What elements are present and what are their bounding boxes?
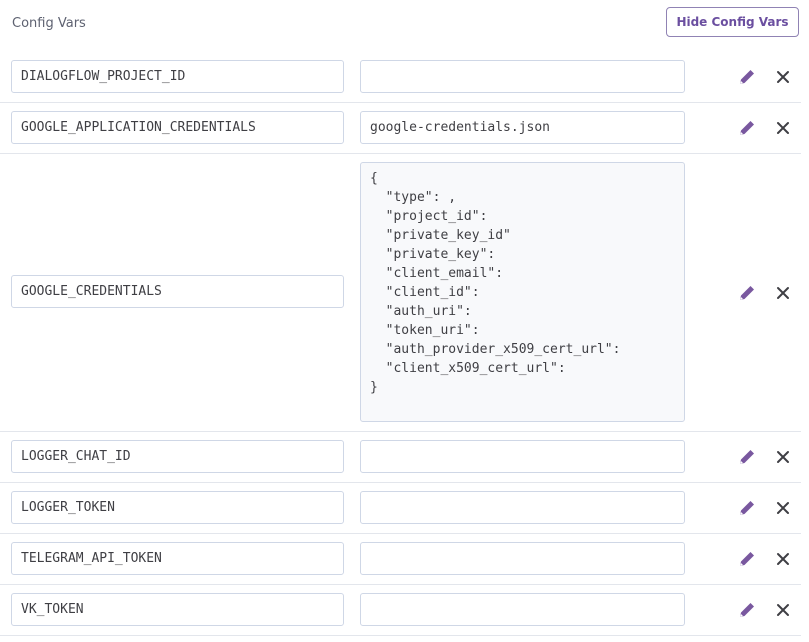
delete-button[interactable] [774, 499, 794, 519]
config-var-value-textarea[interactable]: { "type": , "project_id": "private_key_i… [360, 162, 685, 422]
pencil-icon [740, 603, 754, 617]
delete-button[interactable] [774, 68, 794, 88]
config-var-key-input[interactable]: GOOGLE_CREDENTIALS [11, 275, 344, 308]
pencil-icon [740, 552, 754, 566]
section-title: Config Vars [12, 16, 86, 31]
close-icon [777, 451, 789, 463]
edit-button[interactable] [737, 283, 757, 303]
close-icon [777, 122, 789, 134]
pencil-icon [740, 450, 754, 464]
pencil-icon [740, 286, 754, 300]
hide-config-vars-button[interactable]: Hide Config Vars [666, 7, 799, 37]
config-var-row: VK_TOKEN [0, 584, 801, 636]
config-var-key-input[interactable]: LOGGER_TOKEN [11, 491, 344, 524]
config-var-key-input[interactable]: TELEGRAM_API_TOKEN [11, 542, 344, 575]
config-var-row: LOGGER_TOKEN [0, 482, 801, 534]
config-var-value-input[interactable] [360, 440, 685, 473]
pencil-icon [740, 501, 754, 515]
config-var-key-input[interactable]: DIALOGFLOW_PROJECT_ID [11, 60, 344, 93]
config-var-key-input[interactable]: GOOGLE_APPLICATION_CREDENTIALS [11, 111, 344, 144]
config-var-value-input[interactable] [360, 60, 685, 93]
close-icon [777, 287, 789, 299]
config-var-row: TELEGRAM_API_TOKEN [0, 533, 801, 585]
close-icon [777, 502, 789, 514]
config-var-value-input[interactable] [360, 491, 685, 524]
delete-button[interactable] [774, 119, 794, 139]
pencil-icon [740, 70, 754, 84]
config-var-row: GOOGLE_CREDENTIALS { "type": , "project_… [0, 153, 801, 432]
edit-button[interactable] [737, 498, 757, 518]
edit-button[interactable] [737, 600, 757, 620]
config-var-key-input[interactable]: LOGGER_CHAT_ID [11, 440, 344, 473]
delete-button[interactable] [774, 448, 794, 468]
delete-button[interactable] [774, 550, 794, 570]
edit-button[interactable] [737, 447, 757, 467]
delete-button[interactable] [774, 601, 794, 621]
config-var-row: DIALOGFLOW_PROJECT_ID [0, 51, 801, 103]
close-icon [777, 604, 789, 616]
close-icon [777, 553, 789, 565]
config-var-value-input[interactable] [360, 542, 685, 575]
config-var-row: LOGGER_CHAT_ID [0, 431, 801, 483]
pencil-icon [740, 121, 754, 135]
config-var-key-input[interactable]: VK_TOKEN [11, 593, 344, 626]
config-var-value-input[interactable]: google-credentials.json [360, 111, 685, 144]
delete-button[interactable] [774, 284, 794, 304]
edit-button[interactable] [737, 67, 757, 87]
close-icon [777, 71, 789, 83]
config-var-value-input[interactable] [360, 593, 685, 626]
edit-button[interactable] [737, 118, 757, 138]
config-var-row: GOOGLE_APPLICATION_CREDENTIALS google-cr… [0, 102, 801, 154]
edit-button[interactable] [737, 549, 757, 569]
